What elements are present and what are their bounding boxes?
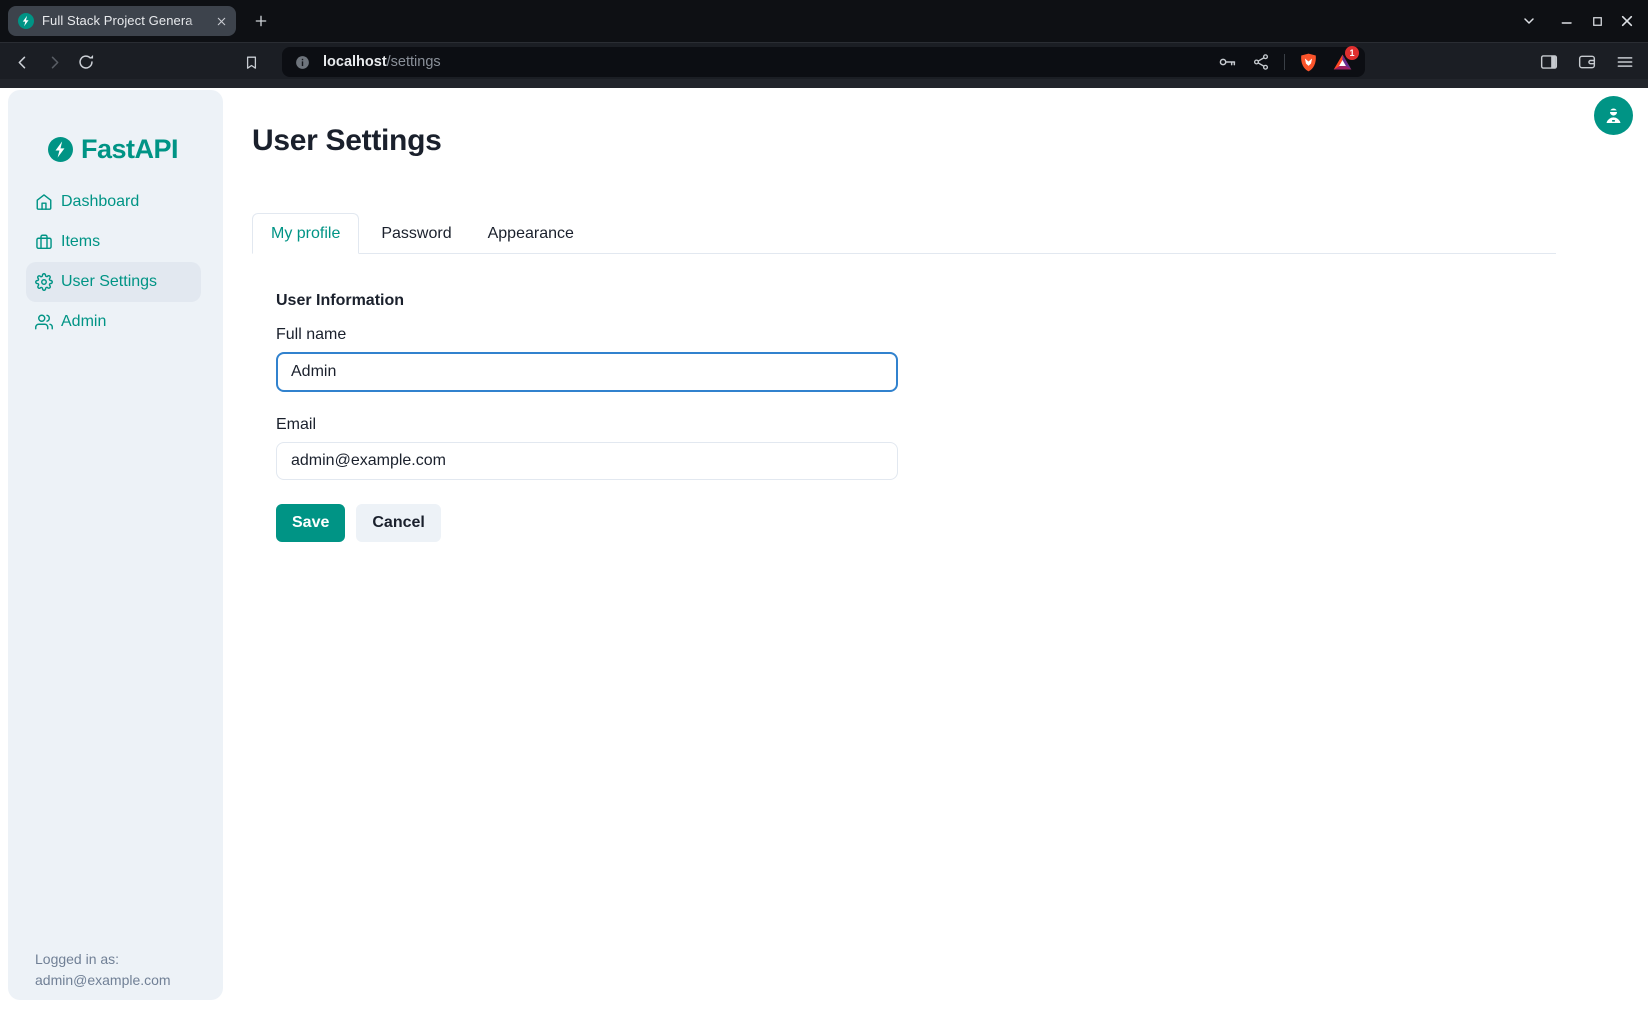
window-close-icon[interactable]	[1612, 6, 1642, 36]
logged-in-info: Logged in as: admin@example.com	[35, 949, 171, 991]
home-icon	[35, 193, 53, 211]
browser-tab[interactable]: Full Stack Project Genera	[8, 6, 236, 36]
tab-strip: Full Stack Project Genera	[0, 0, 1648, 42]
sidebar-item-label: Admin	[61, 313, 106, 331]
sidebar-item-label: Dashboard	[61, 193, 139, 211]
url-bar[interactable]: localhost/settings 1	[282, 47, 1365, 77]
brave-shield-icon[interactable]	[1297, 51, 1319, 73]
tab-my-profile[interactable]: My profile	[252, 213, 359, 254]
sidebar-item-items[interactable]: Items	[26, 222, 201, 262]
full-name-input[interactable]	[276, 352, 898, 392]
reload-button[interactable]	[73, 49, 99, 75]
site-info-icon[interactable]	[294, 54, 311, 71]
page-title: User Settings	[252, 124, 442, 158]
settings-tabs: My profile Password Appearance	[252, 213, 1556, 254]
sidebar-item-admin[interactable]: Admin	[26, 302, 201, 342]
user-menu-button[interactable]	[1594, 96, 1633, 135]
share-icon[interactable]	[1250, 51, 1272, 73]
menu-icon[interactable]	[1612, 49, 1638, 75]
email-input[interactable]	[276, 442, 898, 480]
window-minimize-icon[interactable]	[1552, 6, 1582, 36]
logged-in-label: Logged in as:	[35, 949, 171, 970]
sidebar-item-user-settings[interactable]: User Settings	[26, 262, 201, 302]
forward-button[interactable]	[41, 49, 67, 75]
full-name-label: Full name	[276, 326, 898, 344]
sidebar-panel-icon[interactable]	[1536, 49, 1562, 75]
tab-password[interactable]: Password	[363, 213, 469, 254]
browser-chrome: Full Stack Project Genera	[0, 0, 1648, 88]
chrome-bottom-strip	[0, 79, 1648, 88]
fastapi-logo: FastAPI	[48, 134, 178, 165]
logged-in-email: admin@example.com	[35, 970, 171, 991]
rewards-badge: 1	[1345, 46, 1359, 60]
user-avatar-icon	[1602, 104, 1625, 127]
sidebar-item-dashboard[interactable]: Dashboard	[26, 182, 201, 222]
form-actions: Save Cancel	[276, 504, 898, 542]
fastapi-logo-icon	[48, 137, 73, 162]
gear-icon	[35, 273, 53, 291]
toolbar-divider	[1284, 54, 1285, 70]
sidebar: FastAPI Dashboard Items User Settings	[8, 90, 223, 1000]
toolbar-right	[1536, 49, 1638, 75]
window-maximize-icon[interactable]	[1582, 6, 1612, 36]
tab-close-icon[interactable]	[212, 12, 230, 30]
window-shade-icon[interactable]	[1514, 6, 1544, 36]
brave-rewards-bat-icon[interactable]: 1	[1331, 51, 1353, 73]
wallet-icon[interactable]	[1574, 49, 1600, 75]
email-label: Email	[276, 416, 898, 434]
url-host: localhost	[323, 54, 387, 70]
briefcase-icon	[35, 233, 53, 251]
section-title: User Information	[276, 292, 898, 310]
password-key-icon[interactable]	[1216, 51, 1238, 73]
users-icon	[35, 313, 53, 331]
new-tab-button[interactable]	[248, 8, 274, 34]
logo-text: FastAPI	[81, 134, 178, 165]
back-button[interactable]	[9, 49, 35, 75]
page-content: FastAPI Dashboard Items User Settings	[0, 88, 1648, 1025]
profile-panel: User Information Full name Email Save Ca…	[276, 292, 898, 542]
tab-title-fade	[186, 12, 212, 30]
cancel-button[interactable]: Cancel	[356, 504, 440, 542]
tab-appearance[interactable]: Appearance	[470, 213, 592, 254]
sidebar-item-label: User Settings	[61, 273, 157, 291]
url-text: localhost/settings	[323, 54, 1216, 70]
browser-toolbar: localhost/settings 1	[0, 42, 1648, 79]
tab-title: Full Stack Project Genera	[42, 12, 212, 30]
save-button[interactable]: Save	[276, 504, 345, 542]
sidebar-nav: Dashboard Items User Settings Admin	[8, 182, 223, 342]
window-controls	[1514, 0, 1642, 42]
bookmarks-icon[interactable]	[238, 49, 264, 75]
sidebar-item-label: Items	[61, 233, 100, 251]
fastapi-favicon-icon	[18, 13, 34, 29]
url-path: /settings	[387, 54, 441, 70]
